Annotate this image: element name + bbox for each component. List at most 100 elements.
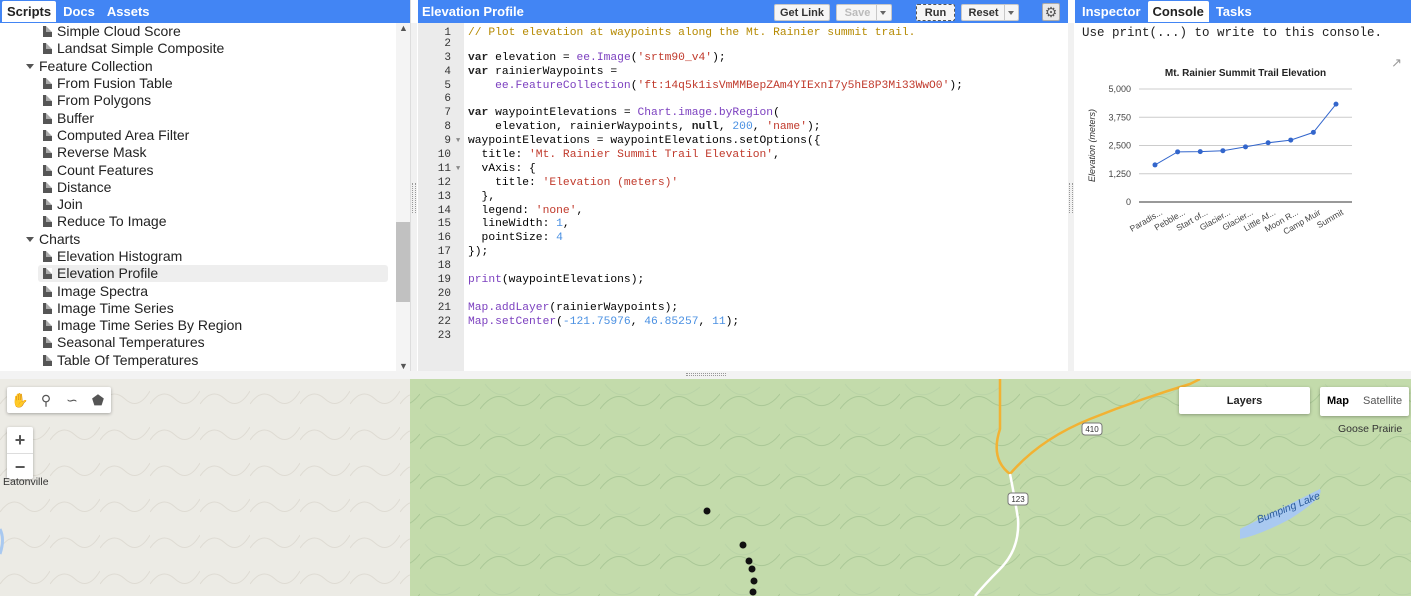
caret-down-icon[interactable] [26,236,34,242]
map-type-satellite[interactable]: Satellite [1356,387,1409,416]
tree-script-item[interactable]: Computed Area Filter [0,127,396,144]
data-point[interactable] [1310,129,1316,135]
marker-point-icon[interactable]: ⚲ [33,387,59,413]
tree-script-item[interactable]: Distance [0,179,396,196]
tab-inspector[interactable]: Inspector [1077,1,1146,22]
code-line[interactable]: title: 'Mt. Rainier Summit Trail Elevati… [468,148,1068,162]
code-line[interactable]: var elevation = ee.Image('srtm90_v4'); [468,51,1068,65]
polygon-icon[interactable]: ⬟ [85,387,111,413]
tree-script-item[interactable]: Buffer [0,109,396,126]
run-button[interactable]: Run [916,4,955,21]
code-line[interactable]: ee.FeatureCollection('ft:14q5k1isVmMMBep… [468,79,1068,93]
code-line[interactable]: legend: 'none', [468,204,1068,218]
hand-pan-icon[interactable]: ✋ [7,387,33,413]
waypoint-marker[interactable] [749,588,757,596]
waypoint-marker[interactable] [703,507,711,515]
file-icon [43,78,52,90]
tree-folder[interactable]: Feature Collection [0,58,396,75]
tree-scrollbar[interactable]: ▲ ▼ [396,23,410,371]
reset-dropdown-icon[interactable] [1004,5,1017,20]
popout-icon[interactable]: ↗ [1391,55,1402,71]
left-splitter[interactable] [411,23,417,371]
tree-script-item[interactable]: Image Time Series [0,300,396,317]
code-line[interactable]: var waypointElevations = Chart.image.byR… [468,106,1068,120]
code-line[interactable]: }, [468,190,1068,204]
data-point[interactable] [1333,101,1339,107]
tab-docs[interactable]: Docs [58,1,100,22]
code-line[interactable]: print(waypointElevations); [468,273,1068,287]
tree-script-item[interactable]: From Fusion Table [0,75,396,92]
tree-item-label: Join [57,196,83,213]
data-point[interactable] [1265,140,1271,146]
data-point[interactable] [1197,149,1203,155]
waypoint-marker[interactable] [748,565,756,573]
gear-icon[interactable]: ⚙ [1042,3,1060,21]
save-dropdown-icon[interactable] [876,5,889,20]
y-tick-label: 3,750 [1108,112,1131,122]
code-line[interactable]: vAxis: { [468,162,1068,176]
code-line[interactable]: lineWidth: 1, [468,217,1068,231]
scroll-up-icon[interactable]: ▲ [399,23,408,33]
fold-icon[interactable]: ▼ [456,134,460,148]
code-line[interactable]: elevation, rainierWaypoints, null, 200, … [468,120,1068,134]
tree-item-label: Table Of Temperatures [57,351,199,368]
tree-script-item[interactable]: Landsat Simple Composite [0,40,396,57]
map-view[interactable]: 410 123 ✋ ⚲ ∽ ⬟ + − Eatonville Goose Pra… [0,379,1411,596]
tree-script-item[interactable]: Reverse Mask [0,144,396,161]
tree-item-label: Distance [57,178,112,195]
code-line[interactable]: title: 'Elevation (meters)' [468,176,1068,190]
code-line[interactable] [468,92,1068,106]
data-point[interactable] [1152,162,1158,168]
tab-tasks[interactable]: Tasks [1211,1,1257,22]
tree-script-item[interactable]: Image Time Series By Region [0,317,396,334]
code-line[interactable]: Map.setCenter(-121.75976, 46.85257, 11); [468,315,1068,329]
waypoint-marker[interactable] [745,557,753,565]
tree-script-item[interactable]: Reduce To Image [0,213,396,230]
tab-assets[interactable]: Assets [102,1,155,22]
tree-script-item[interactable]: Elevation Profile [38,265,388,283]
scroll-thumb[interactable] [396,222,410,302]
tree-item-label: Image Time Series By Region [57,317,243,334]
code-area[interactable]: // Plot elevation at waypoints along the… [468,23,1068,371]
code-line[interactable] [468,287,1068,301]
layers-button[interactable]: Layers [1179,387,1310,414]
tree-script-item[interactable]: Count Features [0,161,396,178]
tree-script-item[interactable]: Join [0,196,396,213]
data-point[interactable] [1243,144,1248,150]
tree-script-item[interactable]: From Polygons [0,92,396,109]
tree-script-item[interactable]: Table Of Temperatures [0,352,396,369]
chart-container: ↗ Mt. Rainier Summit Trail Elevation 5,00… [1077,52,1410,247]
tree-folder[interactable]: Charts [0,231,396,248]
code-line[interactable]: Map.addLayer(rainierWaypoints); [468,301,1068,315]
zoom-in-button[interactable]: + [7,427,33,453]
data-point[interactable] [1288,137,1294,143]
code-line[interactable] [468,329,1068,343]
fold-icon[interactable]: ▼ [456,162,460,176]
right-splitter[interactable] [1068,23,1074,371]
map-type-map[interactable]: Map [1320,387,1356,416]
code-line[interactable] [468,259,1068,273]
code-line[interactable]: }); [468,245,1068,259]
waypoint-marker[interactable] [739,541,747,549]
tab-console[interactable]: Console [1147,1,1209,22]
waypoint-marker[interactable] [750,577,758,585]
reset-button[interactable]: Reset [961,4,1019,21]
tree-script-item[interactable]: Seasonal Temperatures [0,334,396,351]
data-point[interactable] [1220,148,1226,154]
scroll-down-icon[interactable]: ▼ [399,361,408,371]
save-button[interactable]: Save [836,4,892,21]
code-line[interactable]: waypointElevations = waypointElevations.… [468,134,1068,148]
tree-script-item[interactable]: Elevation Histogram [0,248,396,265]
code-line[interactable]: // Plot elevation at waypoints along the… [468,23,1068,39]
polyline-icon[interactable]: ∽ [59,387,85,413]
tree-script-item[interactable]: Simple Cloud Score [0,23,396,40]
code-line[interactable]: pointSize: 4 [468,231,1068,245]
map-splitter[interactable] [0,371,1411,379]
caret-down-icon[interactable] [26,63,34,69]
tab-scripts[interactable]: Scripts [2,1,57,22]
tree-script-item[interactable]: Image Spectra [0,282,396,299]
get-link-button[interactable]: Get Link [774,4,830,21]
file-icon [43,285,52,297]
code-line[interactable]: var rainierWaypoints = [468,65,1068,79]
data-point[interactable] [1175,149,1181,155]
